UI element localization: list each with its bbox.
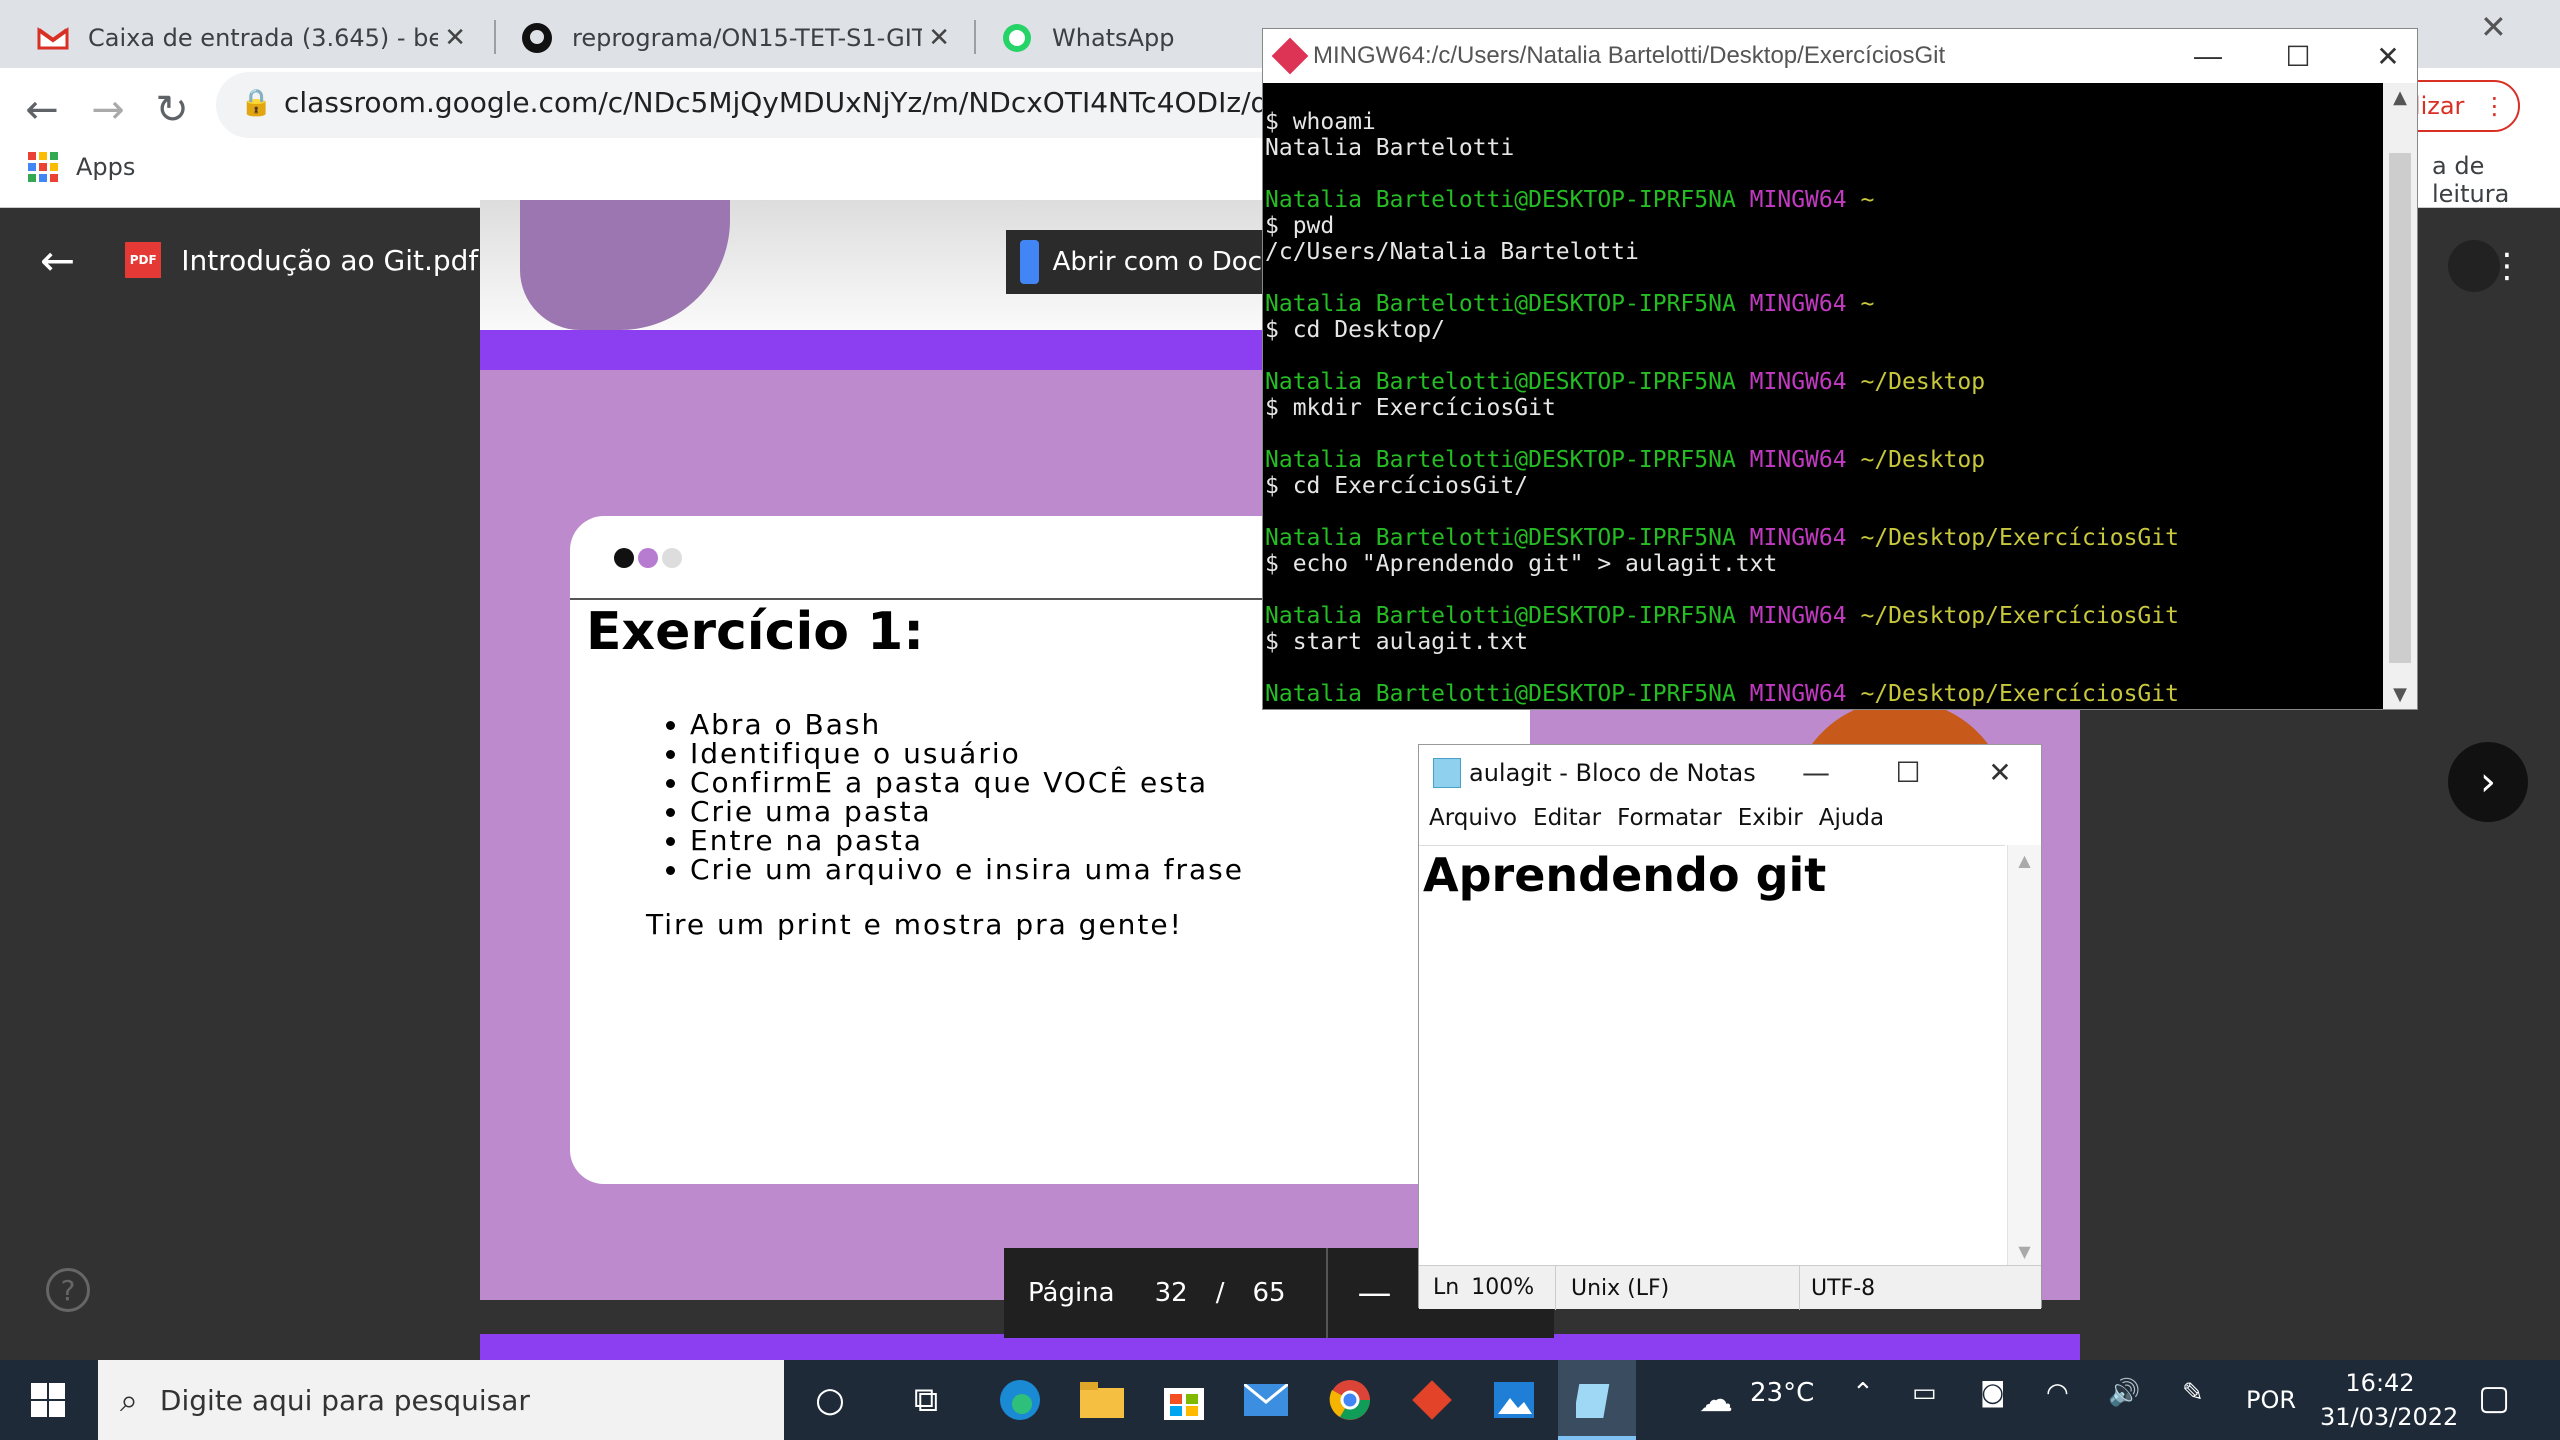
next-file-button[interactable]: ›: [2448, 742, 2528, 822]
notepad-text-area[interactable]: Aprendendo git: [1419, 845, 2005, 1265]
list-item: Abra o Bash: [690, 710, 1244, 739]
page-current[interactable]: 32: [1155, 1278, 1188, 1308]
photos-icon[interactable]: [1490, 1376, 1538, 1424]
list-item: Crie uma pasta: [690, 797, 1244, 826]
taskbar-search[interactable]: ⌕ Digite aqui para pesquisar: [98, 1360, 784, 1440]
maximize-icon[interactable]: ☐: [1863, 745, 1953, 799]
store-icon[interactable]: [1160, 1376, 1208, 1424]
dot-icon: [638, 548, 658, 568]
cortana-icon[interactable]: ○: [806, 1376, 854, 1424]
temperature[interactable]: 23°C: [1750, 1378, 1814, 1408]
slide-title: Exercício 1:: [586, 602, 925, 662]
notepad-icon: [1433, 758, 1461, 788]
menu-exibir[interactable]: Exibir: [1738, 805, 1803, 831]
tab-github[interactable]: reprograma/ON15-TET-S1-GIT: T ✕: [500, 8, 970, 68]
chevron-up-icon[interactable]: ⌃: [1852, 1378, 1874, 1408]
apps-grid-icon: [28, 152, 58, 182]
dot-icon: [662, 548, 682, 568]
pen-icon[interactable]: ✎: [2182, 1378, 2204, 1408]
weather-cloud-icon: ☁: [1699, 1380, 1733, 1420]
mail-icon[interactable]: [1242, 1376, 1290, 1424]
list-item: ConfirmE a pasta que VOCÊ esta: [690, 768, 1244, 797]
help-icon[interactable]: ?: [46, 1268, 90, 1312]
battery-icon[interactable]: ▭: [1912, 1378, 1937, 1408]
notepad-titlebar[interactable]: aulagit - Bloco de Notas — ☐ ✕: [1419, 745, 2041, 801]
edge-icon[interactable]: [996, 1376, 1044, 1424]
reading-list-label[interactable]: a de leitura: [2432, 152, 2560, 208]
minimize-icon[interactable]: —: [1771, 745, 1861, 799]
clock[interactable]: 16:42 31/03/2022: [2320, 1366, 2458, 1434]
git-bash-icon[interactable]: [1408, 1376, 1456, 1424]
search-icon: ⌕: [120, 1380, 138, 1419]
whatsapp-icon: [1000, 21, 1034, 55]
apps-bookmark[interactable]: Apps: [28, 152, 135, 182]
git-icon: [1271, 37, 1309, 75]
volume-icon[interactable]: 🔊: [2108, 1378, 2140, 1408]
terminal-titlebar[interactable]: MINGW64:/c/Users/Natalia Bartelotti/Desk…: [1263, 29, 2417, 83]
reload-icon[interactable]: ↻: [140, 78, 204, 142]
minimize-icon[interactable]: —: [2163, 29, 2253, 83]
notifications-icon[interactable]: ▢: [2478, 1378, 2510, 1418]
menu-arquivo[interactable]: Arquivo: [1429, 805, 1517, 831]
file-explorer-icon[interactable]: [1078, 1376, 1126, 1424]
windows-start-icon[interactable]: [24, 1376, 72, 1424]
notepad-icon: [1572, 1376, 1620, 1424]
close-icon[interactable]: ✕: [1955, 745, 2045, 799]
open-with-docs-button[interactable]: Abrir com o Doc: [1006, 230, 1262, 294]
task-view-icon[interactable]: ⧉: [902, 1376, 950, 1424]
list-item: Entre na pasta: [690, 826, 1244, 855]
github-icon: [520, 21, 554, 55]
back-arrow-icon[interactable]: ←: [40, 236, 75, 285]
menu-formatar[interactable]: Formatar: [1617, 805, 1722, 831]
notepad-window[interactable]: aulagit - Bloco de Notas — ☐ ✕ Arquivo E…: [1418, 744, 2042, 1310]
tab-whatsapp[interactable]: WhatsApp: [980, 8, 1280, 68]
list-item: Identifique o usuário: [690, 739, 1244, 768]
scroll-up-icon[interactable]: ▲: [2383, 87, 2417, 108]
language-indicator[interactable]: POR: [2246, 1386, 2296, 1414]
forward-icon[interactable]: →: [76, 78, 140, 142]
gmail-icon: [36, 21, 70, 55]
notepad-taskbar-button[interactable]: [1558, 1360, 1636, 1440]
lock-icon: 🔒: [240, 88, 273, 118]
docs-icon: [1020, 240, 1039, 284]
close-icon[interactable]: ✕: [2343, 29, 2433, 83]
back-icon[interactable]: ←: [10, 78, 74, 142]
close-window-icon[interactable]: ✕: [2480, 8, 2507, 46]
scroll-down-icon[interactable]: ▼: [2008, 1242, 2041, 1261]
page-total: 65: [1252, 1278, 1286, 1308]
dot-icon: [614, 548, 634, 568]
tab-gmail[interactable]: Caixa de entrada (3.645) - bento ✕: [16, 8, 486, 68]
terminal-output[interactable]: $ whoami Natalia Bartelotti Natalia Barte…: [1263, 83, 2383, 709]
menu-editar[interactable]: Editar: [1533, 805, 1601, 831]
menu-ajuda[interactable]: Ajuda: [1819, 805, 1884, 831]
close-icon[interactable]: ✕: [928, 23, 950, 53]
scroll-thumb[interactable]: [2389, 153, 2411, 663]
chrome-icon[interactable]: [1326, 1376, 1374, 1424]
notepad-statusbar: Ln 100% Unix (LF) UTF-8: [1419, 1265, 2041, 1310]
close-icon[interactable]: ✕: [444, 23, 466, 53]
more-options-icon[interactable]: ⋮: [2490, 246, 2524, 286]
list-item: Crie um arquivo e insira uma frase: [690, 855, 1244, 884]
chevron-right-icon: ›: [2480, 759, 2496, 805]
menu-dots-icon: ⋮: [2482, 92, 2507, 120]
exercise-list: Abra o Bash Identifique o usuário Confir…: [660, 710, 1244, 884]
meet-icon[interactable]: ◙: [1980, 1378, 2005, 1408]
wifi-icon[interactable]: ◠: [2046, 1378, 2069, 1408]
scroll-down-icon[interactable]: ▼: [2383, 684, 2417, 705]
slide-footer: Tire um print e mostra pra gente!: [646, 908, 1183, 941]
terminal-window[interactable]: MINGW64:/c/Users/Natalia Bartelotti/Desk…: [1262, 28, 2418, 710]
maximize-icon[interactable]: ☐: [2253, 29, 2343, 83]
zoom-out-icon[interactable]: —: [1358, 1273, 1392, 1313]
notepad-menubar: Arquivo Editar Formatar Exibir Ajuda: [1429, 805, 1900, 831]
terminal-scrollbar[interactable]: ▲ ▼: [2383, 83, 2417, 709]
scroll-up-icon[interactable]: ▲: [2008, 851, 2041, 870]
notepad-scrollbar[interactable]: ▲ ▼: [2007, 845, 2041, 1265]
pdf-icon: PDF: [125, 242, 162, 278]
